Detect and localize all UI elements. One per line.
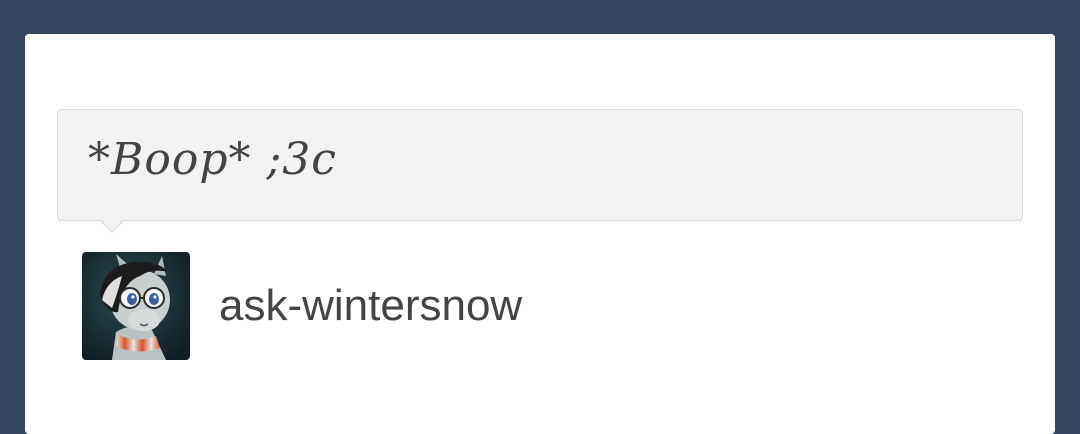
post-card — [25, 34, 1055, 434]
avatar[interactable] — [82, 252, 190, 360]
bubble-tail — [100, 220, 124, 233]
reply-text: *Boop* ;3c — [88, 134, 337, 185]
pony-avatar-icon — [82, 252, 190, 360]
reply-bubble: *Boop* ;3c — [57, 109, 1023, 221]
username-link[interactable]: ask-wintersnow — [219, 281, 522, 331]
